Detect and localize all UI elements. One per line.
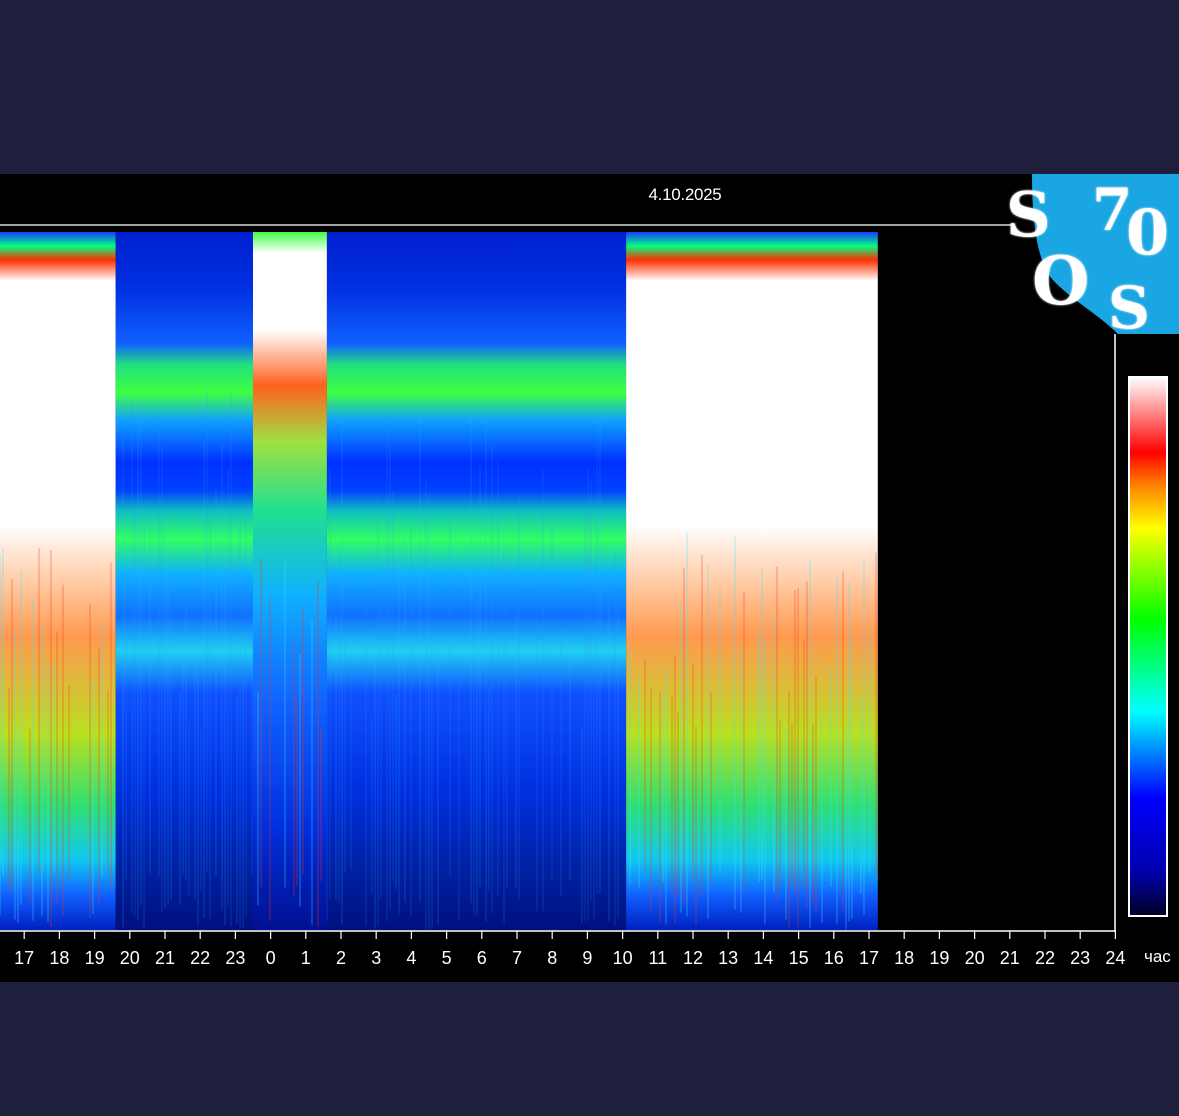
x-tick-label: 9: [582, 948, 592, 968]
x-tick-label: 18: [894, 948, 914, 968]
x-tick-label: 21: [1000, 948, 1020, 968]
x-tick-label: 6: [477, 948, 487, 968]
heat-segment-1: [115, 232, 253, 930]
x-tick-label: 15: [789, 948, 809, 968]
x-tick-label: 21: [155, 948, 175, 968]
x-tick-label: 18: [49, 948, 69, 968]
x-tick-label: 22: [190, 948, 210, 968]
chart-title: 4.10.2025: [648, 185, 722, 204]
x-tick-label: 17: [14, 948, 34, 968]
logo-letter-s1: S: [1006, 178, 1051, 251]
heat-segment-2: [253, 232, 327, 930]
logo-digit-0: 0: [1126, 196, 1170, 269]
x-tick-label: 13: [718, 948, 738, 968]
x-tick-label: 19: [929, 948, 949, 968]
logo-letter-s2: S: [1108, 274, 1150, 342]
x-tick-label: 24: [1105, 948, 1125, 968]
x-tick-label: 11: [648, 948, 667, 968]
x-tick-label: 3: [371, 948, 381, 968]
x-tick-label: 10: [613, 948, 633, 968]
x-tick-label: 8: [547, 948, 557, 968]
x-tick-label: 20: [965, 948, 985, 968]
x-tick-label: 23: [1070, 948, 1090, 968]
x-tick-label: 2: [336, 948, 346, 968]
x-tick-label: 4: [406, 948, 416, 968]
x-tick-label: 0: [266, 948, 276, 968]
colorbar: [1128, 376, 1168, 917]
heat-segment-0: [0, 232, 116, 930]
x-tick-label: 12: [683, 948, 703, 968]
spectrogram-panel: 1617181920212223012345678910111213141516…: [0, 174, 1179, 982]
x-tick-label: 1: [301, 948, 311, 968]
x-tick-label: 16: [824, 948, 844, 968]
x-tick-label: 17: [859, 948, 879, 968]
x-axis-unit: час: [1144, 947, 1171, 966]
x-tick-label: 5: [442, 948, 452, 968]
logo-letter-o: O: [1032, 242, 1090, 320]
x-tick-label: 19: [85, 948, 105, 968]
heat-segment-4: [626, 232, 878, 930]
sos70-logo: S 7 0 O S: [1000, 174, 1179, 354]
x-tick-label: 23: [225, 948, 245, 968]
x-tick-label: 14: [753, 948, 773, 968]
x-tick-label: 7: [512, 948, 522, 968]
x-tick-label: 22: [1035, 948, 1055, 968]
x-tick-label: 20: [120, 948, 140, 968]
